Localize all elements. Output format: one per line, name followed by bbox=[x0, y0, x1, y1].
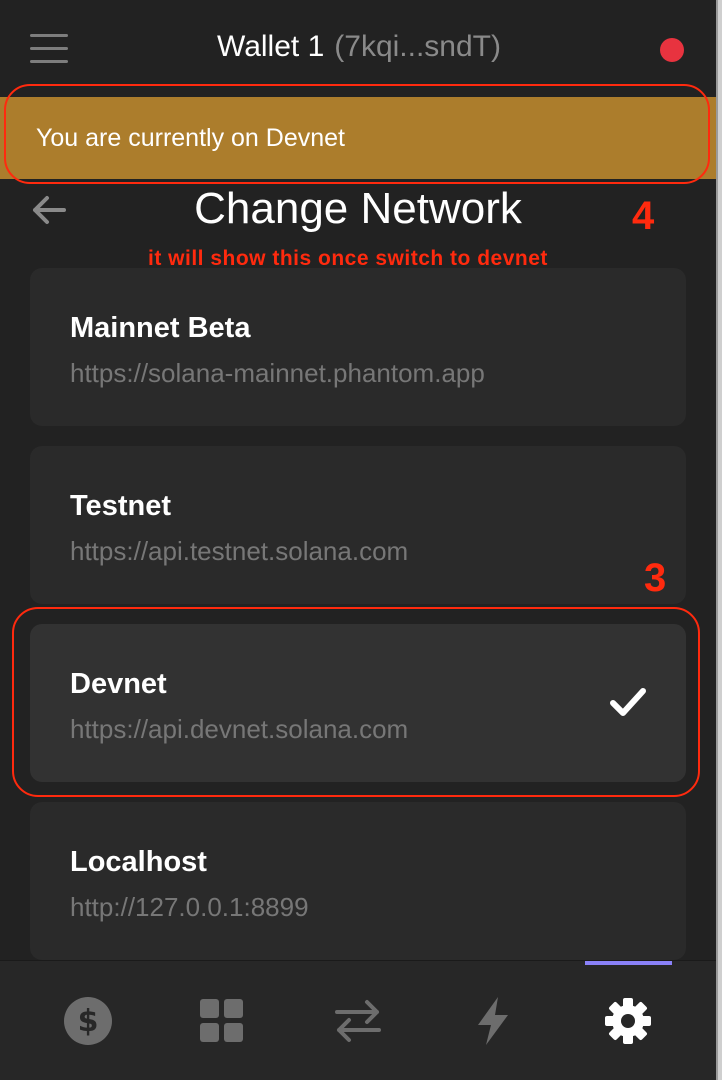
bottom-nav: $ bbox=[0, 960, 716, 1080]
annotation-note-4: it will show this once switch to devnet bbox=[148, 247, 548, 270]
network-banner: You are currently on Devnet bbox=[0, 97, 716, 179]
nav-swap-icon[interactable] bbox=[328, 991, 388, 1051]
nav-lightning-icon[interactable] bbox=[463, 991, 523, 1051]
nav-dollar-icon[interactable]: $ bbox=[58, 991, 118, 1051]
nav-gear-icon[interactable] bbox=[598, 991, 658, 1051]
network-name: Testnet bbox=[70, 490, 171, 522]
network-url: https://api.devnet.solana.com bbox=[70, 714, 409, 744]
annotation-number-3: 3 bbox=[644, 556, 667, 600]
network-option-localhost[interactable]: Localhost http://127.0.0.1:8899 bbox=[30, 802, 686, 960]
wallet-title[interactable]: Wallet 1 (7kqi...sndT) bbox=[0, 30, 716, 64]
header: Wallet 1 (7kqi...sndT) bbox=[0, 0, 716, 100]
network-name: Devnet bbox=[70, 668, 167, 700]
network-url: https://api.testnet.solana.com bbox=[70, 536, 409, 566]
network-url: http://127.0.0.1:8899 bbox=[70, 892, 309, 922]
nav-grid-icon[interactable] bbox=[192, 991, 252, 1051]
wallet-name: Wallet 1 bbox=[217, 30, 325, 63]
network-name: Localhost bbox=[70, 846, 207, 878]
active-tab-indicator bbox=[585, 961, 672, 965]
wallet-app: Wallet 1 (7kqi...sndT) You are currently … bbox=[0, 0, 718, 1080]
wallet-address: (7kqi...sndT) bbox=[334, 30, 501, 63]
checkmark-icon bbox=[608, 686, 648, 718]
page-title: Change Network bbox=[194, 184, 522, 233]
network-option-devnet[interactable]: Devnet https://api.devnet.solana.com bbox=[30, 624, 686, 782]
annotation-number-4: 4 bbox=[632, 194, 655, 238]
svg-text:$: $ bbox=[78, 1004, 99, 1039]
network-url: https://solana-mainnet.phantom.app bbox=[70, 358, 485, 388]
connection-status-dot bbox=[660, 38, 684, 62]
network-option-testnet[interactable]: Testnet https://api.testnet.solana.com bbox=[30, 446, 686, 604]
network-option-mainnet-beta[interactable]: Mainnet Beta https://solana-mainnet.phan… bbox=[30, 268, 686, 426]
network-name: Mainnet Beta bbox=[70, 312, 251, 344]
